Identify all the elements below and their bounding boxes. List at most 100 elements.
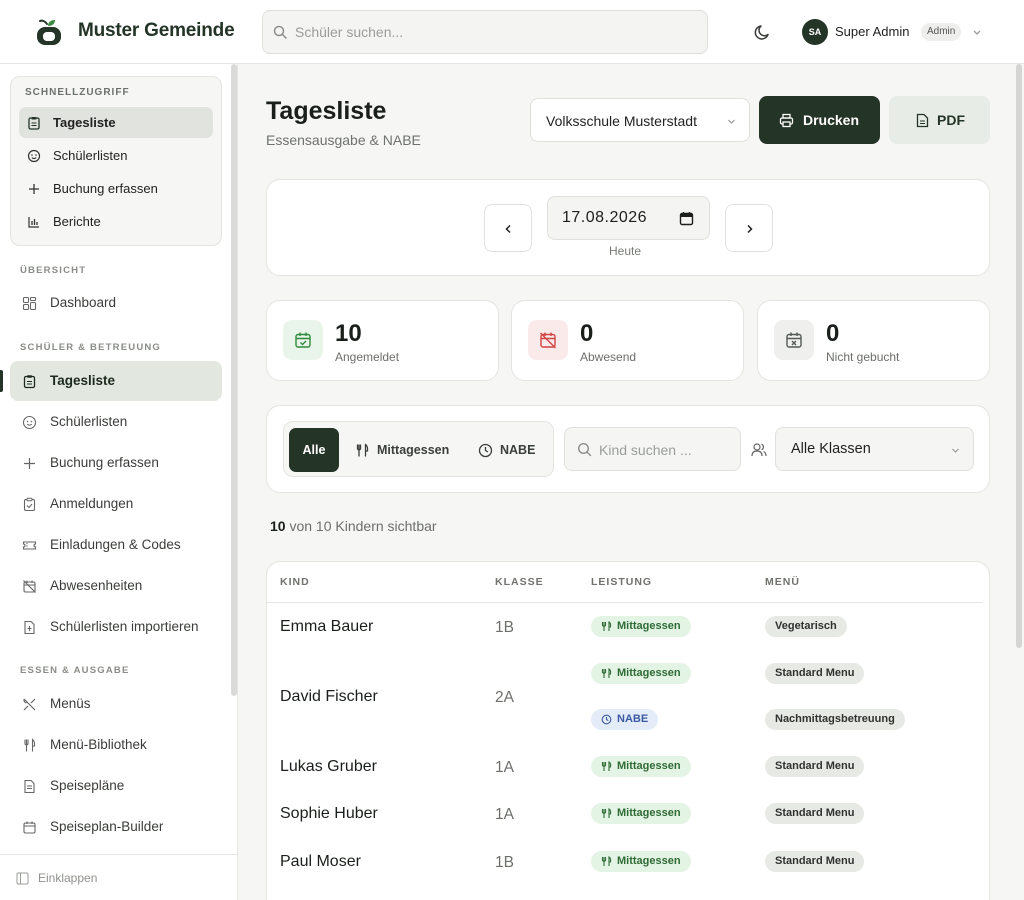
sidebar-item-import[interactable]: Schülerlisten importieren: [10, 607, 222, 647]
stat-label: Nicht gebucht: [826, 350, 900, 364]
filter-nabe-label: NABE: [500, 443, 536, 457]
clipboard-icon: [23, 375, 36, 389]
stat-card-absent: 0 Abwesend: [511, 300, 744, 381]
child-name: Emma Bauer: [280, 618, 374, 635]
class-select[interactable]: Alle Klassen: [775, 427, 974, 471]
sidebar-item-menue-bibliothek[interactable]: Menü-Bibliothek: [10, 725, 222, 765]
filter-nabe-button[interactable]: NABE: [478, 428, 548, 472]
stat-label: Angemeldet: [335, 350, 400, 364]
child-name: David Fischer: [280, 688, 378, 705]
fork-knife-icon: [601, 621, 612, 631]
stat-label: Abwesend: [580, 350, 637, 364]
search-icon: [577, 442, 592, 457]
service-badge-lunch: Mittagessen: [591, 756, 691, 777]
user-menu[interactable]: SA Super Admin Admin: [802, 19, 988, 45]
print-label: Drucken: [803, 112, 860, 128]
avatar: SA: [802, 19, 828, 45]
sidebar-item-label: Tagesliste: [50, 373, 116, 388]
clipboard-icon: [28, 117, 40, 130]
menu-badge: Vegetarisch: [765, 616, 847, 637]
smile-icon: [27, 149, 41, 163]
app-title[interactable]: Muster Gemeinde: [78, 20, 235, 42]
column-header-menue[interactable]: MENÜ: [765, 576, 800, 588]
apple-logo-icon[interactable]: [34, 17, 64, 47]
fork-knife-icon: [601, 808, 612, 818]
printer-icon: [779, 113, 794, 128]
column-header-klasse[interactable]: KLASSE: [495, 576, 544, 588]
menu-badge: Standard Menu: [765, 803, 865, 824]
sidebar-collapse-icon: [16, 872, 29, 885]
pdf-button[interactable]: PDF: [889, 96, 990, 144]
user-name: Super Admin: [835, 24, 910, 39]
search-icon: [273, 25, 287, 39]
quick-item-label: Buchung erfassen: [53, 181, 158, 196]
child-search-input[interactable]: [599, 439, 733, 461]
collapse-sidebar-button[interactable]: Einklappen: [0, 854, 237, 900]
sidebar-item-label: Schülerlisten: [50, 414, 128, 429]
plus-icon: [29, 184, 39, 194]
sidebar-item-label: Buchung erfassen: [50, 455, 159, 470]
visible-count-number: 10: [270, 518, 286, 534]
file-import-icon: [24, 620, 35, 635]
quick-item-buchung[interactable]: Buchung erfassen: [19, 173, 213, 204]
visible-count-text: von 10 Kindern sichtbar: [289, 518, 437, 534]
service-badge-nabe: NABE: [591, 709, 659, 730]
date-value: 17.08.2026: [562, 209, 648, 226]
child-search[interactable]: [564, 427, 741, 471]
grid-icon: [22, 296, 37, 311]
service-badge-label: Mittagessen: [617, 760, 681, 772]
calendar-off-icon: [23, 580, 36, 593]
date-caption: Heute: [609, 244, 642, 258]
column-header-leistung[interactable]: LEISTUNG: [591, 576, 652, 588]
moon-icon[interactable]: [754, 23, 772, 41]
pdf-label: PDF: [937, 112, 965, 128]
service-badge-label: Mittagessen: [617, 855, 681, 867]
menu-badge: Standard Menu: [765, 851, 865, 872]
student-search[interactable]: [262, 10, 708, 54]
sidebar-item-speiseplaene[interactable]: Speisepläne: [10, 766, 222, 806]
print-button[interactable]: Drucken: [759, 96, 880, 144]
child-name: Paul Moser: [280, 853, 361, 870]
sidebar-scrollbar[interactable]: [231, 64, 237, 696]
sidebar-item-buchung[interactable]: Buchung erfassen: [10, 443, 222, 483]
chevron-down-icon: [728, 119, 735, 124]
child-class: 1B: [495, 619, 514, 636]
section-overview: ÜBERSICHT: [20, 265, 87, 276]
class-select-value: Alle Klassen: [791, 441, 871, 457]
quick-item-tagesliste[interactable]: Tagesliste: [19, 107, 213, 138]
sidebar-item-tagesliste[interactable]: Tagesliste: [0, 361, 222, 401]
ticket-icon: [22, 541, 37, 550]
filter-lunch-button[interactable]: Mittagessen: [355, 428, 455, 472]
student-search-input[interactable]: [295, 21, 695, 43]
document-icon: [24, 779, 35, 794]
date-input[interactable]: 17.08.2026: [547, 196, 710, 240]
calendar-icon: [23, 821, 36, 834]
service-badge-label: Mittagessen: [617, 620, 681, 632]
child-class: 1A: [495, 759, 514, 776]
next-day-button[interactable]: [725, 204, 773, 252]
child-class: 2A: [495, 689, 514, 706]
page-subtitle: Essensausgabe & NABE: [266, 132, 421, 148]
main-scrollbar[interactable]: [1016, 64, 1022, 648]
child-class: 1A: [495, 806, 514, 823]
sidebar-item-abwesenheiten[interactable]: Abwesenheiten: [10, 566, 222, 606]
column-header-kind[interactable]: KIND: [280, 576, 310, 588]
sidebar-item-anmeldungen[interactable]: Anmeldungen: [10, 484, 222, 524]
quick-item-label: Schülerlisten: [53, 148, 128, 163]
quick-item-berichte[interactable]: Berichte: [19, 206, 213, 237]
sidebar-item-einladungen[interactable]: Einladungen & Codes: [10, 525, 222, 565]
fork-knife-icon: [24, 738, 36, 752]
sidebar-item-schuelerlisten[interactable]: Schülerlisten: [10, 402, 222, 442]
calendar-icon[interactable]: [679, 211, 694, 226]
sidebar-item-speiseplan-builder[interactable]: Speiseplan-Builder: [10, 807, 222, 847]
previous-day-button[interactable]: [484, 204, 532, 252]
quick-item-schuelerlisten[interactable]: Schülerlisten: [19, 140, 213, 171]
school-select[interactable]: Volksschule Musterstadt: [530, 98, 750, 142]
calendar-check-icon: [295, 332, 311, 348]
service-badge-lunch: Mittagessen: [591, 663, 691, 684]
fork-knife-icon: [356, 443, 369, 457]
sidebar-item-menues[interactable]: Menüs: [10, 684, 222, 724]
filter-all-button[interactable]: Alle: [289, 428, 339, 472]
sidebar-item-dashboard[interactable]: Dashboard: [10, 283, 222, 323]
menu-badge: Nachmittagsbetreuung: [765, 709, 905, 730]
